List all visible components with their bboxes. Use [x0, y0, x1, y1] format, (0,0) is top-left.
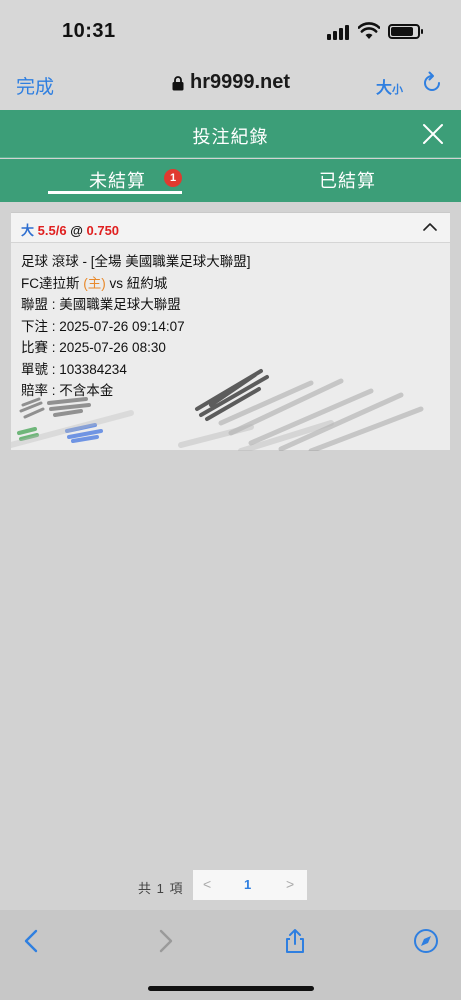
bet-match: FC達拉斯 (主) vs 紐約城 [21, 273, 251, 295]
tab-settled[interactable]: 已結算 [319, 167, 376, 193]
bet-pick: 大 5.5/6 @ 0.750 [21, 220, 119, 239]
lock-icon [172, 76, 184, 91]
home-team: FC達拉斯 [21, 275, 80, 291]
bet-card: 大 5.5/6 @ 0.750 足球 滾球 - [全場 美國職業足球大聯盟] F… [11, 212, 450, 451]
tab-unsettled[interactable]: 未結算 [89, 167, 146, 193]
home-indicator [148, 986, 314, 991]
wifi-icon [358, 22, 380, 39]
reload-icon[interactable] [420, 71, 444, 95]
text-size-large-label: 大 [376, 80, 393, 97]
status-time: 10:31 [62, 20, 116, 42]
done-button[interactable]: 完成 [16, 72, 54, 99]
active-tab-indicator [48, 191, 182, 194]
cellular-signal-icon [327, 24, 353, 40]
pick-odds: 0.750 [86, 223, 120, 238]
prev-page-button[interactable]: < [203, 876, 211, 892]
text-size-small-label: 小 [392, 84, 404, 96]
bet-placed-time: 下注 : 2025-07-26 09:14:07 [21, 318, 185, 334]
page-title: 投注紀錄 [192, 127, 269, 147]
bet-market: 足球 滾球 - [全場 美國職業足球大聯盟] [21, 254, 251, 269]
pagination: 共 1 項 < 1 > [0, 870, 461, 900]
bet-card-header[interactable]: 大 5.5/6 @ 0.750 [11, 213, 450, 243]
url-text: hr9999.net [190, 71, 291, 93]
next-page-button[interactable]: > [286, 876, 294, 892]
pager-controls: < 1 > [193, 870, 307, 900]
browser-toolbar: 完成 hr9999.net 大小 [0, 58, 461, 110]
browser-bottom-toolbar [0, 910, 461, 1000]
vs-label: vs [109, 275, 124, 291]
current-page-button[interactable]: 1 [244, 877, 251, 892]
away-team: 紐約城 [126, 275, 168, 291]
pick-line: 5.5/6 [37, 223, 67, 238]
status-bar: 10:31 [0, 0, 461, 58]
tab-bar: 未結算 1 已結算 [0, 159, 461, 202]
bet-league: 聯盟 : 美國職業足球大聯盟 [21, 297, 181, 312]
home-tag: (主) [83, 275, 106, 291]
pick-at: @ [70, 223, 83, 238]
unsettled-count-badge: 1 [164, 169, 182, 187]
address-bar[interactable]: hr9999.net [172, 71, 290, 94]
close-icon[interactable] [422, 123, 444, 145]
bet-ticket-number: 單號 : 103384234 [21, 361, 127, 377]
bet-odds-type: 賠率 : 不含本金 [21, 383, 114, 398]
bet-match-time: 比賽 : 2025-07-26 08:30 [21, 340, 166, 355]
text-size-button[interactable]: 大小 [376, 74, 403, 98]
forward-icon[interactable] [152, 928, 178, 954]
compass-icon[interactable] [413, 928, 439, 954]
bet-details: 足球 滾球 - [全場 美國職業足球大聯盟] FC達拉斯 (主) vs 紐約城 … [21, 251, 251, 402]
total-count: 共 1 項 [138, 881, 184, 896]
back-icon[interactable] [19, 928, 45, 954]
share-icon[interactable] [282, 928, 308, 954]
app-header: 投注紀錄 [0, 110, 461, 158]
pick-side: 大 [21, 223, 35, 238]
chevron-up-icon[interactable] [423, 222, 437, 232]
battery-icon [388, 24, 423, 39]
